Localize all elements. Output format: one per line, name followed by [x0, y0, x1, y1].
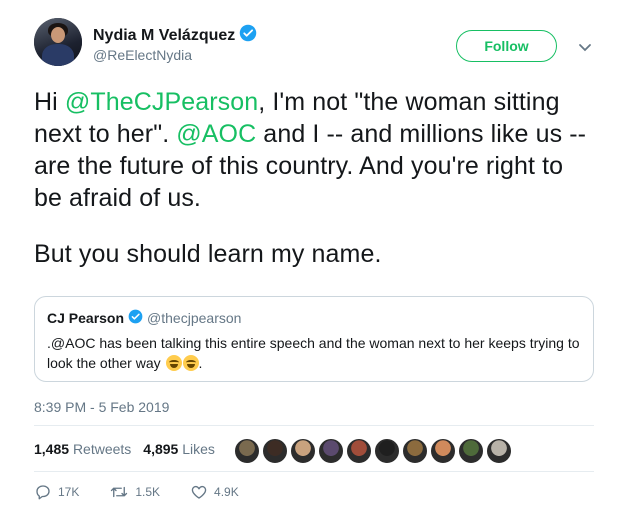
reply-count: 17K	[58, 485, 80, 499]
liker-avatar[interactable]	[346, 438, 372, 464]
tears-of-joy-emoji-icon	[182, 355, 199, 371]
liker-avatar[interactable]	[290, 438, 316, 464]
liker-avatar[interactable]	[486, 438, 512, 464]
chevron-down-icon[interactable]	[578, 40, 592, 58]
tweet-text: Hi @TheCJPearson, I'm not "the woman sit…	[34, 86, 594, 270]
engagement-stats: 1,485 Retweets 4,895 Likes	[34, 441, 215, 457]
tears-of-joy-emoji-icon	[165, 355, 182, 371]
divider	[34, 425, 594, 426]
mention-link-thecjpearson[interactable]: @TheCJPearson	[65, 88, 258, 116]
verified-badge-icon	[239, 24, 257, 47]
heart-icon[interactable]	[190, 483, 208, 501]
quoted-tweet-header: CJ Pearson @thecjpearson	[47, 309, 581, 327]
mention-link-aoc[interactable]: @AOC	[176, 120, 256, 148]
divider	[34, 471, 594, 472]
reply-icon[interactable]	[34, 483, 52, 501]
reply-action[interactable]: 17K	[34, 483, 79, 501]
retweets-label[interactable]: Retweets	[73, 441, 131, 457]
author-avatar[interactable]	[34, 18, 82, 66]
retweet-action[interactable]: 1.5K	[109, 483, 160, 501]
likes-count[interactable]: 4,895	[143, 441, 178, 457]
tweet-paragraph-2: But you should learn my name.	[34, 240, 382, 268]
tweet-timestamp[interactable]: 8:39 PM - 5 Feb 2019	[34, 399, 169, 415]
avatar-body	[42, 44, 74, 66]
follow-button[interactable]: Follow	[456, 30, 557, 62]
liker-avatar[interactable]	[318, 438, 344, 464]
quoted-tweet-text: .@AOC has been talking this entire speec…	[47, 335, 580, 371]
author-name-row[interactable]: Nydia M Velázquez	[93, 24, 257, 47]
retweet-icon[interactable]	[109, 483, 129, 501]
tweet-text-segment: Hi	[34, 88, 65, 116]
liker-avatar[interactable]	[262, 438, 288, 464]
like-action[interactable]: 4.9K	[190, 483, 239, 501]
retweet-count: 1.5K	[135, 485, 161, 499]
quoted-tweet[interactable]: CJ Pearson @thecjpearson .@AOC has been …	[34, 296, 594, 382]
liker-avatar[interactable]	[458, 438, 484, 464]
tweet-paragraph-1: Hi @TheCJPearson, I'm not "the woman sit…	[34, 86, 594, 214]
quoted-author-name: CJ Pearson	[47, 310, 125, 326]
like-count: 4.9K	[214, 485, 239, 499]
verified-badge-icon	[128, 309, 143, 327]
quoted-tweet-body: .@AOC has been talking this entire speec…	[47, 335, 580, 371]
liker-avatar[interactable]	[234, 438, 260, 464]
liker-avatar[interactable]	[402, 438, 428, 464]
retweets-count[interactable]: 1,485	[34, 441, 69, 457]
tweet-actions: 17K 1.5K 4.9K	[34, 483, 269, 501]
author-name[interactable]: Nydia M Velázquez	[93, 27, 235, 44]
avatar-face	[51, 27, 65, 43]
liker-avatar[interactable]	[374, 438, 400, 464]
liker-avatars	[234, 438, 514, 464]
likes-label[interactable]: Likes	[182, 441, 215, 457]
liker-avatar[interactable]	[430, 438, 456, 464]
quoted-author-handle: @thecjpearson	[147, 310, 242, 326]
author-handle[interactable]: @ReElectNydia	[93, 47, 192, 63]
